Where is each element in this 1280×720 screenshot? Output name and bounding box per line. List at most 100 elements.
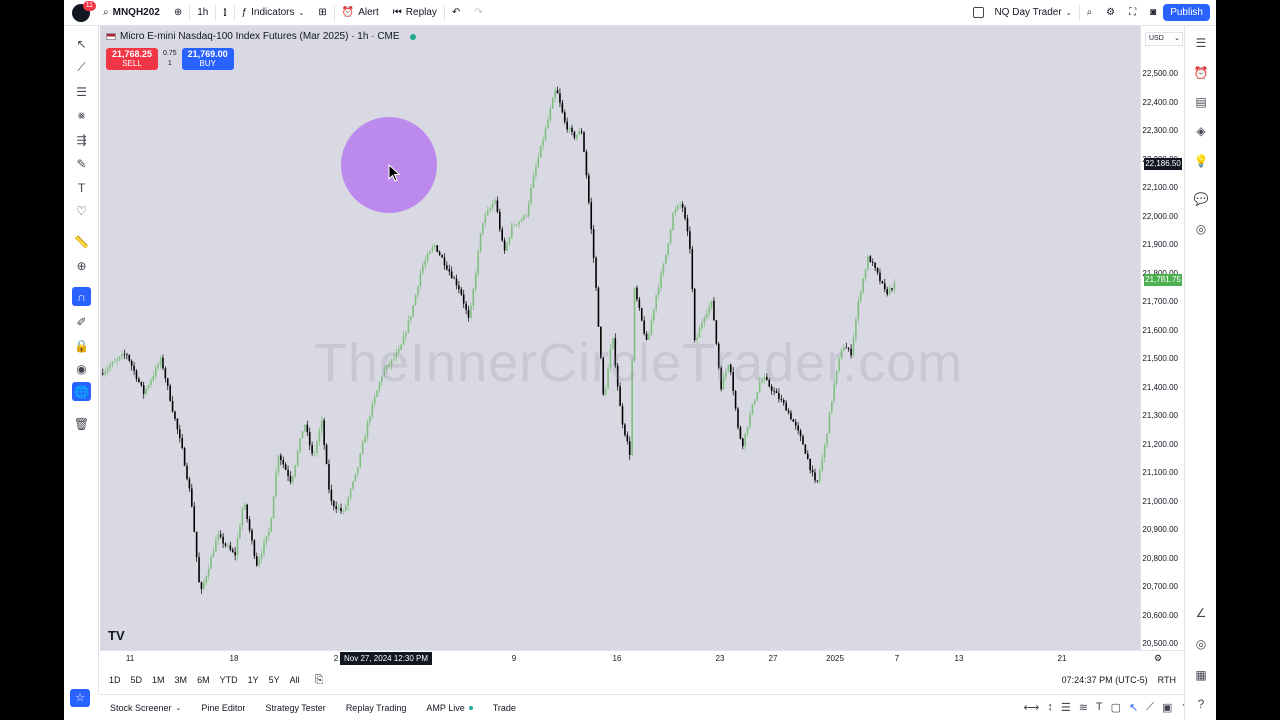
- fib-lines-icon[interactable]: ☰: [1061, 701, 1071, 714]
- chart-pane[interactable]: TheInnerCircleTrader.com Micro E-mini Na…: [100, 26, 1140, 650]
- us-flag-icon: [106, 33, 116, 40]
- target-button[interactable]: ◎: [1192, 635, 1210, 653]
- bottom-tab[interactable]: Trade: [483, 703, 526, 713]
- arrow-cursor-icon[interactable]: ↖: [1129, 701, 1138, 714]
- magnet-tool[interactable]: ∩: [72, 287, 91, 306]
- settings-button[interactable]: ⚙: [1099, 0, 1122, 26]
- legend-title[interactable]: Micro E-mini Nasdaq-100 Index Futures (M…: [120, 31, 400, 42]
- chart-type-button[interactable]: ⫾: [216, 0, 233, 26]
- object-tree-button[interactable]: ▤: [1192, 93, 1210, 111]
- candle-down: [102, 373, 104, 375]
- bottom-tab[interactable]: Stock Screener ⌄: [100, 703, 191, 713]
- measure-tool[interactable]: 📏: [72, 232, 91, 251]
- vertical-line-icon[interactable]: ↕: [1047, 701, 1053, 714]
- hide-drawings-tool[interactable]: ◉: [72, 359, 91, 378]
- bottom-tab[interactable]: Strategy Tester: [255, 703, 335, 713]
- range-button[interactable]: 5D: [126, 675, 148, 685]
- session-label[interactable]: RTH: [1158, 675, 1176, 685]
- trend-line-icon[interactable]: ⟋: [1146, 701, 1154, 714]
- calendar-goto-icon[interactable]: ⎘: [315, 674, 324, 687]
- text-tool[interactable]: T: [72, 178, 91, 197]
- lock-drawings-tool[interactable]: 🔒: [72, 336, 91, 355]
- symbol-search-button[interactable]: ⌕ MNQH202: [96, 0, 167, 26]
- icon-tool[interactable]: ♡: [72, 201, 91, 220]
- publish-button[interactable]: Publish: [1163, 4, 1210, 21]
- price-scale[interactable]: USD ⌄ 22,500.0022,400.0022,300.0022,200.…: [1140, 26, 1184, 650]
- range-button[interactable]: 3M: [170, 675, 193, 685]
- camera-icon: ◙: [1150, 7, 1157, 18]
- help-button[interactable]: ?: [1192, 695, 1210, 713]
- candle-up: [337, 507, 340, 509]
- candle-up: [104, 371, 107, 375]
- sell-button[interactable]: 21,768.25 SELL: [106, 48, 158, 70]
- compare-symbol-button[interactable]: ⊕: [167, 0, 189, 26]
- candle-down: [284, 464, 287, 470]
- cursor-tool[interactable]: ↖: [72, 34, 91, 53]
- price-tick-label: 22,000.00: [1142, 211, 1178, 221]
- spread-quantity[interactable]: 0.75 1: [163, 49, 177, 69]
- zoom-tool[interactable]: ⊕: [72, 256, 91, 275]
- text-icon[interactable]: T: [1096, 701, 1103, 714]
- quick-search-button[interactable]: ⌕: [1080, 0, 1100, 26]
- favorites-star-button[interactable]: ☆: [70, 689, 90, 707]
- snapshot-button[interactable]: ◙: [1143, 0, 1163, 26]
- bottom-tab[interactable]: AMP Live: [416, 703, 482, 713]
- alerts-panel-button[interactable]: ⏰: [1192, 64, 1210, 82]
- horizontal-line-icon[interactable]: ⟷: [1024, 701, 1040, 714]
- candle-down: [561, 102, 564, 113]
- user-avatar[interactable]: 11: [72, 0, 96, 22]
- calendar-button[interactable]: ▦: [1192, 666, 1210, 684]
- undo-button[interactable]: ↶: [445, 0, 467, 26]
- bottom-tab[interactable]: Pine Editor: [191, 703, 255, 713]
- candle-up: [320, 420, 323, 431]
- candle-down: [164, 368, 167, 379]
- brush-tool[interactable]: ✎: [72, 154, 91, 173]
- keep-drawing-tool[interactable]: ✐: [72, 312, 91, 331]
- fullscreen-button[interactable]: ⛶: [1122, 0, 1143, 26]
- layers-button[interactable]: ◈: [1192, 122, 1210, 140]
- watchlist-button[interactable]: ☰: [1192, 34, 1210, 52]
- trend-line-tool[interactable]: ⟋: [72, 58, 91, 77]
- indicators-button[interactable]: ƒ Indicators ⌄: [235, 0, 312, 26]
- candle-down: [467, 309, 470, 318]
- currency-select[interactable]: USD ⌄: [1145, 32, 1183, 46]
- layout-select[interactable]: NQ Day Trader ⌄: [966, 0, 1078, 26]
- buy-button[interactable]: 21,769.00 BUY: [181, 48, 234, 70]
- range-button[interactable]: 1D: [104, 675, 126, 685]
- time-tick-label: 11: [125, 654, 135, 663]
- remove-drawings-tool[interactable]: 🗑: [72, 414, 91, 433]
- rectangle-icon[interactable]: ▢: [1111, 701, 1121, 714]
- range-button[interactable]: 5Y: [264, 675, 285, 685]
- bottom-tab[interactable]: Replay Trading: [336, 703, 417, 713]
- candle-up: [655, 294, 657, 309]
- price-tick-label: 21,600.00: [1142, 325, 1178, 335]
- redo-button[interactable]: ↷: [467, 0, 489, 26]
- axis-settings-icon[interactable]: ⚙: [1154, 653, 1162, 664]
- range-button[interactable]: YTD: [215, 675, 243, 685]
- sync-drawings-tool[interactable]: 🌐: [72, 382, 91, 401]
- templates-button[interactable]: ⊞: [311, 0, 333, 26]
- channel-icon[interactable]: ≋: [1079, 701, 1088, 714]
- candle-up: [708, 306, 710, 314]
- range-button[interactable]: 1Y: [243, 675, 264, 685]
- ideas-button[interactable]: 💡: [1192, 152, 1210, 170]
- tradingview-logo[interactable]: TV: [108, 628, 125, 643]
- range-button[interactable]: All: [285, 675, 305, 685]
- prediction-tool[interactable]: ⇶: [72, 130, 91, 149]
- chats-button[interactable]: 💬: [1192, 190, 1210, 208]
- bottom-panel-tabs: Stock Screener ⌄ Pine Editor Strategy Teste…: [100, 694, 1216, 720]
- image-icon[interactable]: ▣: [1162, 701, 1172, 714]
- fullscreen-icon: ⛶: [1129, 7, 1137, 18]
- range-button[interactable]: 1M: [147, 675, 170, 685]
- alert-button[interactable]: ⏰ Alert: [335, 0, 386, 26]
- streams-button[interactable]: ◎: [1192, 220, 1210, 238]
- interval-button[interactable]: 1h: [190, 0, 215, 26]
- drawing-templates-button[interactable]: ∠: [1192, 604, 1210, 622]
- time-axis[interactable]: 11 18 2 9 16 23 27 2025 7 13 21 Nov 27, 2024 12:30…: [100, 650, 1184, 666]
- range-button[interactable]: 6M: [192, 675, 215, 685]
- candle-down: [684, 207, 686, 219]
- replay-button[interactable]: ⏮ Replay: [386, 0, 444, 26]
- clock-label[interactable]: 07:24:37 PM (UTC-5): [1062, 675, 1148, 685]
- fib-tool[interactable]: ☰: [72, 82, 91, 101]
- pattern-tool[interactable]: ⨳: [72, 106, 91, 125]
